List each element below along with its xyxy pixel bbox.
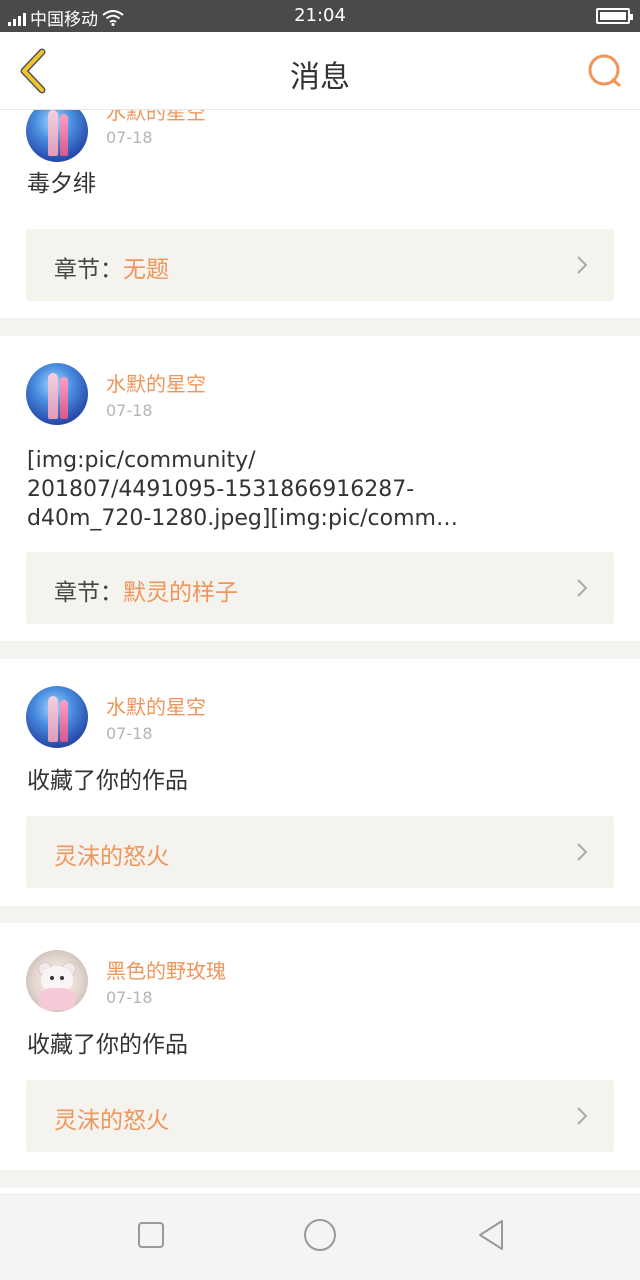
chapter-link-label: 章节：无题 xyxy=(54,257,169,283)
nav-back-icon[interactable] xyxy=(476,1218,506,1252)
message-date: 07-18 xyxy=(106,401,153,420)
chapter-name: 无题 xyxy=(123,257,169,283)
message-text: [img:pic/community/ 201807/4491095-15318… xyxy=(27,448,458,531)
avatar[interactable] xyxy=(26,110,88,162)
avatar[interactable] xyxy=(26,363,88,425)
system-nav-bar xyxy=(0,1194,640,1280)
work-link[interactable]: 灵沫的怒火 xyxy=(26,816,614,888)
message-list[interactable]: 水默的星空 07-18 毒夕绯 章节：无题 水默的星空 07-18 [img:p… xyxy=(0,110,640,1194)
work-name: 灵沫的怒火 xyxy=(54,1108,169,1134)
message-text: 毒夕绯 xyxy=(27,171,96,197)
message-card: 水默的星空 07-18 收藏了你的作品 灵沫的怒火 xyxy=(0,659,640,906)
page-title: 消息 xyxy=(290,60,350,95)
status-time: 21:04 xyxy=(294,5,346,26)
chevron-right-icon xyxy=(577,256,588,274)
work-link-label: 灵沫的怒火 xyxy=(54,1101,169,1135)
username[interactable]: 黑色的野玫瑰 xyxy=(106,955,226,984)
message-date: 07-18 xyxy=(106,724,153,743)
chevron-right-icon xyxy=(577,843,588,861)
chapter-name: 默灵的样子 xyxy=(123,580,238,606)
message-card: 水默的星空 07-18 [img:pic/community/ 201807/4… xyxy=(0,336,640,641)
message-card: 水默的星空 07-18 毒夕绯 章节：无题 xyxy=(0,110,640,318)
avatar[interactable] xyxy=(26,950,88,1012)
work-link[interactable]: 灵沫的怒火 xyxy=(26,1080,614,1152)
message-date: 07-18 xyxy=(106,988,153,1007)
message-date: 07-18 xyxy=(106,128,153,147)
chevron-right-icon xyxy=(577,1107,588,1125)
username[interactable]: 水默的星空 xyxy=(106,110,206,125)
chevron-right-icon xyxy=(577,579,588,597)
nav-recent-icon[interactable] xyxy=(136,1220,166,1250)
search-icon[interactable] xyxy=(586,52,624,90)
chapter-link[interactable]: 章节：无题 xyxy=(26,229,614,301)
message-card: 黑色的野玫瑰 07-18 收藏了你的作品 灵沫的怒火 xyxy=(0,923,640,1170)
work-link-label: 灵沫的怒火 xyxy=(54,837,169,871)
avatar[interactable] xyxy=(26,686,88,748)
username[interactable]: 水默的星空 xyxy=(106,368,206,397)
status-bar: 中国移动 21:04 xyxy=(0,0,640,32)
app-header: 消息 xyxy=(0,32,640,110)
chapter-link[interactable]: 章节：默灵的样子 xyxy=(26,552,614,624)
work-name: 灵沫的怒火 xyxy=(54,844,169,870)
username[interactable]: 水默的星空 xyxy=(106,691,206,720)
battery-icon xyxy=(596,8,633,24)
message-text: 收藏了你的作品 xyxy=(27,768,188,794)
nav-home-icon[interactable] xyxy=(302,1217,338,1253)
message-text: 收藏了你的作品 xyxy=(27,1032,188,1058)
chapter-link-label: 章节：默灵的样子 xyxy=(54,580,238,606)
